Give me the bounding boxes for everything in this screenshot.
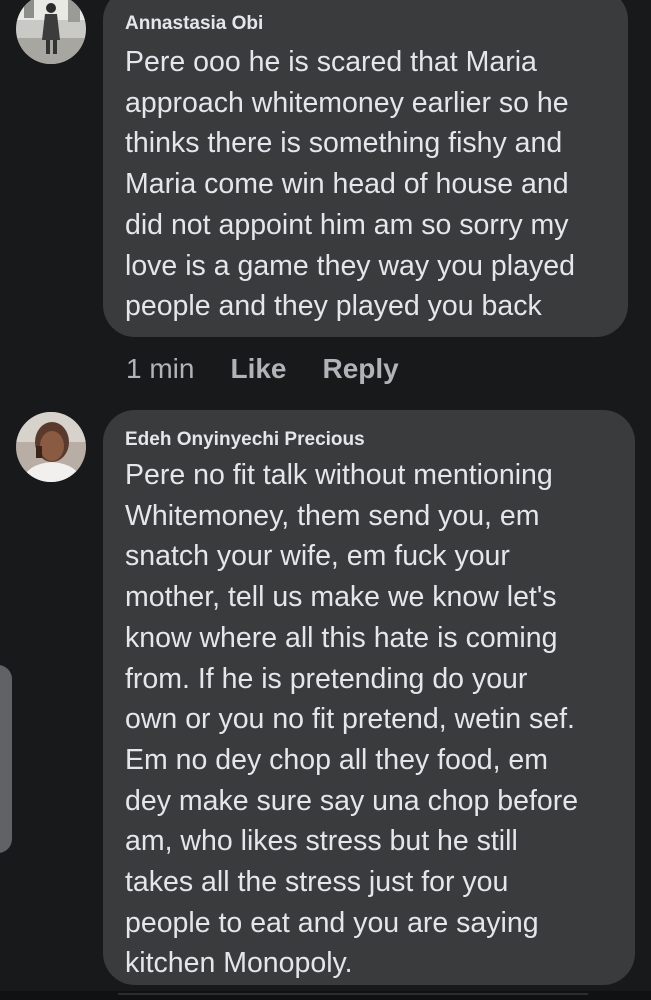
comment-author[interactable]: Edeh Onyinyechi Precious <box>125 428 613 452</box>
avatar-photo <box>16 0 86 64</box>
side-handle[interactable] <box>0 665 12 853</box>
comment-text: Pere no fit talk without mentioning Whit… <box>125 459 579 980</box>
comment-timestamp[interactable]: 1 min <box>126 352 194 386</box>
avatar[interactable] <box>16 0 86 64</box>
avatar[interactable] <box>16 412 86 482</box>
comment-bubble: Edeh Onyinyechi Precious Pere no fit tal… <box>103 410 635 985</box>
comment-actions: 1 min Like Reply <box>126 352 435 386</box>
comment-text: Pere ooo he is scared that Maria approac… <box>125 46 575 323</box>
like-button[interactable]: Like <box>230 352 286 386</box>
avatar-photo <box>16 412 86 482</box>
comment-bubble: Annastasia Obi Pere ooo he is scared tha… <box>103 0 628 337</box>
bottom-divider <box>0 991 651 1000</box>
reply-button[interactable]: Reply <box>323 352 399 386</box>
comment-author[interactable]: Annastasia Obi <box>125 12 606 36</box>
